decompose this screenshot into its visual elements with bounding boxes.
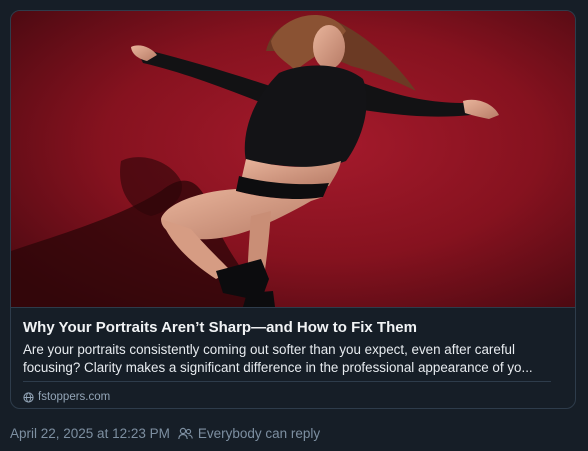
globe-icon <box>23 391 34 403</box>
card-title[interactable]: Why Your Portraits Aren’t Sharp—and How … <box>23 319 563 336</box>
preview-image[interactable] <box>11 11 575 307</box>
reply-settings[interactable]: Everybody can reply <box>178 426 320 441</box>
reply-setting-label: Everybody can reply <box>197 426 321 441</box>
post-meta: April 22, 2025 at 12:23 PM Everybody can… <box>10 426 320 441</box>
post-timestamp[interactable]: April 22, 2025 at 12:23 PM <box>10 426 170 441</box>
link-preview-card[interactable]: Why Your Portraits Aren’t Sharp—and How … <box>10 10 576 409</box>
source-label: fstoppers.com <box>38 391 111 403</box>
description-line-2: focusing? Clarity makes a significant di… <box>23 360 533 375</box>
source-divider <box>23 381 551 382</box>
image-divider <box>11 307 575 308</box>
dancer-photo <box>11 11 575 307</box>
card-description: Are your portraits consistently coming o… <box>23 341 563 377</box>
source-domain: fstoppers.com <box>23 389 110 405</box>
description-line-1: Are your portraits consistently coming o… <box>23 342 515 357</box>
people-icon <box>178 427 193 440</box>
